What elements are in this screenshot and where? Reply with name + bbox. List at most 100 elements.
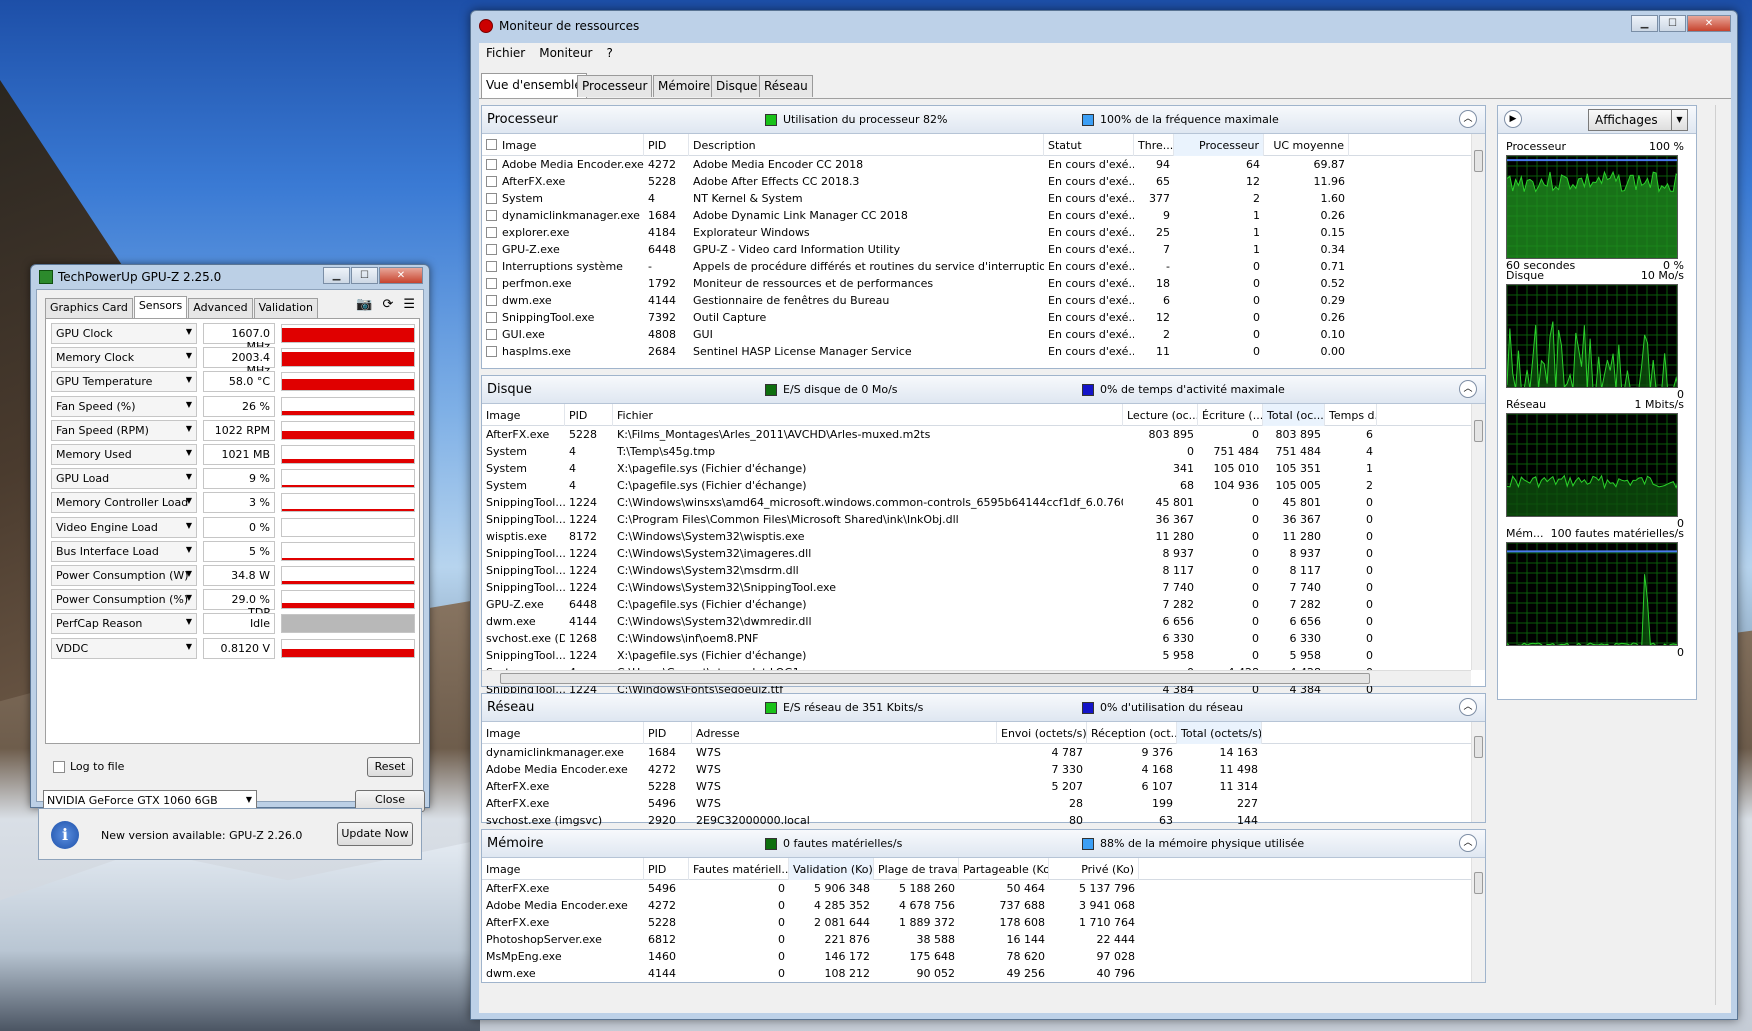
sensor-label[interactable]: Power Consumption (W) ▼ [51,565,197,586]
reset-button[interactable]: Reset [367,757,413,777]
sensor-label[interactable]: Video Engine Load ▼ [51,516,197,538]
row-checkbox[interactable] [486,176,497,187]
column-header[interactable]: Réception (oct... [1087,722,1177,744]
table-row[interactable]: dynamiclinkmanager.exe 1684 Adobe Dynamic … [482,207,1471,224]
table-row[interactable]: MsMpEng.exe 1460 0 146 172 175 648 78 620 97 0… [482,948,1471,965]
log-to-file[interactable]: Log to file [53,760,124,773]
scroll-thumb[interactable] [1474,420,1483,442]
scroll-thumb[interactable] [1474,736,1483,758]
column-header[interactable]: Processeur [1174,134,1264,156]
sensor-label[interactable]: Memory Controller Load ▼ [51,492,197,514]
row-checkbox[interactable] [486,261,497,272]
menu-fichier[interactable]: Fichier [479,46,532,60]
table-row[interactable]: dynamiclinkmanager.exe 1684 W7S 4 787 9 376 1… [482,744,1471,761]
scroll-thumb[interactable] [1474,872,1483,894]
column-header[interactable]: Lecture (oc... [1123,404,1198,426]
row-checkbox[interactable] [486,295,497,306]
row-checkbox[interactable] [486,312,497,323]
disk-section-header[interactable]: Disque E/S disque de 0 Mo/s 0% de temps … [482,376,1485,404]
table-row[interactable]: System 4 C:\pagefile.sys (Fichier d'échang… [482,477,1471,494]
table-row[interactable]: AfterFX.exe 5228 W7S 5 207 6 107 11 314 [482,778,1471,795]
collapse-icon[interactable]: ︿ [1459,110,1477,128]
column-header[interactable]: Fichier [613,404,1123,426]
tab-disk[interactable]: Disque [711,75,763,97]
minimize-button[interactable]: ▁ [323,267,350,284]
table-row[interactable]: GPU-Z.exe 6448 C:\pagefile.sys (Fichier d'… [482,596,1471,613]
table-row[interactable]: hasplms.exe 2684 Sentinel HASP License Man… [482,343,1471,360]
table-row[interactable]: Adobe Media Encoder.exe 4272 W7S 7 330 4 168… [482,761,1471,778]
table-row[interactable]: SnippingTool.... 1224 C:\Windows\System32\… [482,545,1471,562]
column-header[interactable]: Image [482,722,644,744]
table-row[interactable]: SnippingTool.... 1224 C:\Windows\System32\… [482,579,1471,596]
column-header[interactable]: Adresse [692,722,997,744]
network-scrollbar[interactable] [1471,722,1485,822]
maximize-button[interactable]: ☐ [1659,15,1686,32]
scroll-thumb[interactable] [500,673,1370,684]
camera-icon[interactable]: 📷 [356,297,372,312]
select-all-checkbox[interactable] [486,139,497,150]
table-row[interactable]: dwm.exe 4144 Gestionnaire de fenêtres du B… [482,292,1471,309]
sensor-label[interactable]: GPU Load ▼ [51,468,197,490]
refresh-icon[interactable]: ⟳ [382,297,393,312]
column-header[interactable]: Image [482,858,644,880]
scroll-thumb[interactable] [1474,150,1483,172]
column-header[interactable]: PID [644,134,689,156]
tab-sensors[interactable]: Sensors [133,296,188,318]
table-row[interactable]: SnippingTool.exe 7392 Outil Capture En cour… [482,309,1471,326]
menu-help[interactable]: ? [599,46,619,60]
row-checkbox[interactable] [486,193,497,204]
collapse-icon[interactable]: ︿ [1459,380,1477,398]
column-header[interactable]: PID [565,404,613,426]
sensor-label[interactable]: PerfCap Reason ▼ [51,613,197,635]
column-header[interactable]: Image [482,404,565,426]
row-checkbox[interactable] [486,210,497,221]
table-row[interactable]: PhotoshopServer.exe 6812 0 221 876 38 588 16 … [482,931,1471,948]
table-row[interactable]: System 4 X:\pagefile.sys (Fichier d'échang… [482,460,1471,477]
update-now-button[interactable]: Update Now [337,822,413,846]
table-row[interactable]: dwm.exe 4144 C:\Windows\System32\dwmredir.… [482,613,1471,630]
sensor-label[interactable]: GPU Clock ▼ [51,323,197,344]
cpu-scrollbar[interactable] [1471,134,1485,368]
tab-overview[interactable]: Vue d'ensemble [481,73,587,98]
table-row[interactable]: svchost.exe (Dc... 1268 C:\Windows\inf\oem… [482,630,1471,647]
row-checkbox[interactable] [486,227,497,238]
rm-titlebar[interactable]: Moniteur de ressources [471,11,1737,41]
table-row[interactable]: SnippingTool.... 1224 C:\Windows\winsxs\am… [482,494,1471,511]
table-row[interactable]: SnippingTool.... 1224 C:\Windows\System32\… [482,562,1471,579]
column-header[interactable]: PID [644,722,692,744]
column-header[interactable]: Total (octets/s) [1177,722,1262,744]
table-row[interactable]: GPU-Z.exe 6448 GPU-Z - Video card Informat… [482,241,1471,258]
column-header[interactable]: Fautes matériell... [689,858,789,880]
table-row[interactable]: perfmon.exe 1792 Moniteur de ressources et… [482,275,1471,292]
table-row[interactable]: svchost.exe (imgsvc) 2920 2E9C32000000.loc… [482,812,1471,829]
main-scrollbar[interactable] [1715,105,1729,1005]
column-header[interactable]: Temps d... [1325,404,1377,426]
sensor-label[interactable]: Memory Used ▼ [51,444,197,465]
table-row[interactable]: Interruptions système - Appels de procédur… [482,258,1471,275]
disk-hscrollbar[interactable] [482,670,1471,686]
tab-advanced[interactable]: Advanced [188,298,253,318]
tab-network[interactable]: Réseau [759,75,813,97]
menu-icon[interactable]: ☰ [403,297,415,312]
column-header[interactable]: Validation (Ko) [789,858,874,880]
memory-scrollbar[interactable] [1471,858,1485,982]
table-row[interactable]: AfterFX.exe 5228 Adobe After Effects CC 20… [482,173,1471,190]
expand-panel-icon[interactable]: ▶ [1504,110,1522,128]
tab-validation[interactable]: Validation [253,298,318,318]
sensor-label[interactable]: Power Consumption (%) ▼ [51,589,197,611]
table-row[interactable]: System 4 T:\Temp\s45g.tmp 0 751 484 751 484 4 [482,443,1471,460]
menu-moniteur[interactable]: Moniteur [532,46,599,60]
tab-graphics-card[interactable]: Graphics Card [45,298,133,318]
cpu-section-header[interactable]: Processeur Utilisation du processeur 82%… [482,106,1485,134]
collapse-icon[interactable]: ︿ [1459,698,1477,716]
row-checkbox[interactable] [486,244,497,255]
row-checkbox[interactable] [486,346,497,357]
disk-scrollbar[interactable] [1471,404,1485,670]
table-row[interactable]: explorer.exe 4184 Explorateur Windows En co… [482,224,1471,241]
table-row[interactable]: Adobe Media Encoder.exe 4272 0 4 285 352 4 6… [482,897,1471,914]
minimize-button[interactable]: ▁ [1631,15,1658,32]
row-checkbox[interactable] [486,159,497,170]
tab-memory[interactable]: Mémoire [653,75,716,97]
column-header[interactable]: Envoi (octets/s) [997,722,1087,744]
row-checkbox[interactable] [486,329,497,340]
